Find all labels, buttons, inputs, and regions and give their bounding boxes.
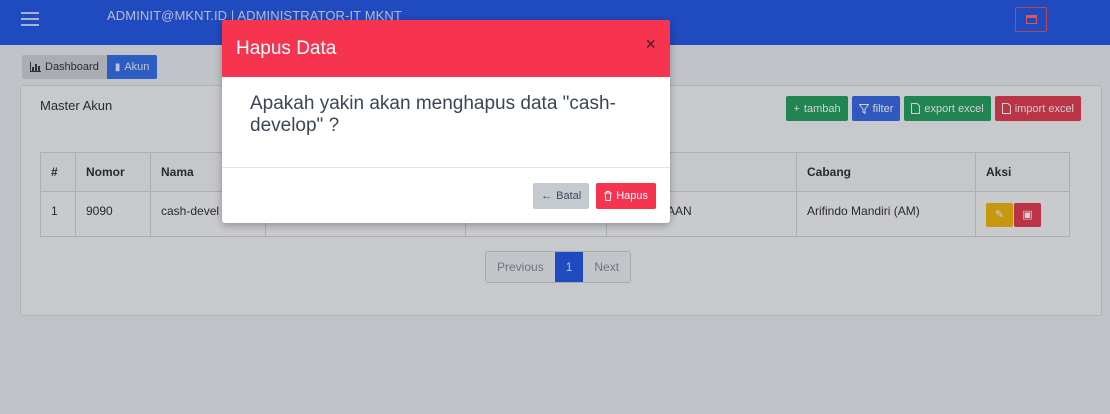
modal-message: Apakah yakin akan menghapus data "cash-d… — [222, 77, 670, 168]
hapus-data-modal: Hapus Data × Apakah yakin akan menghapus… — [222, 20, 670, 223]
batal-label: Batal — [556, 189, 582, 202]
modal-header: Hapus Data — [222, 20, 670, 77]
hapus-label: Hapus — [616, 189, 648, 202]
arrow-left-icon: ← — [541, 189, 553, 202]
modal-footer: ← Batal Hapus — [222, 168, 670, 223]
modal-title: Hapus Data — [236, 37, 337, 59]
batal-button[interactable]: ← Batal — [533, 182, 590, 209]
trash-icon — [604, 190, 612, 201]
close-icon[interactable]: × — [645, 34, 656, 55]
hapus-button[interactable]: Hapus — [596, 182, 656, 209]
